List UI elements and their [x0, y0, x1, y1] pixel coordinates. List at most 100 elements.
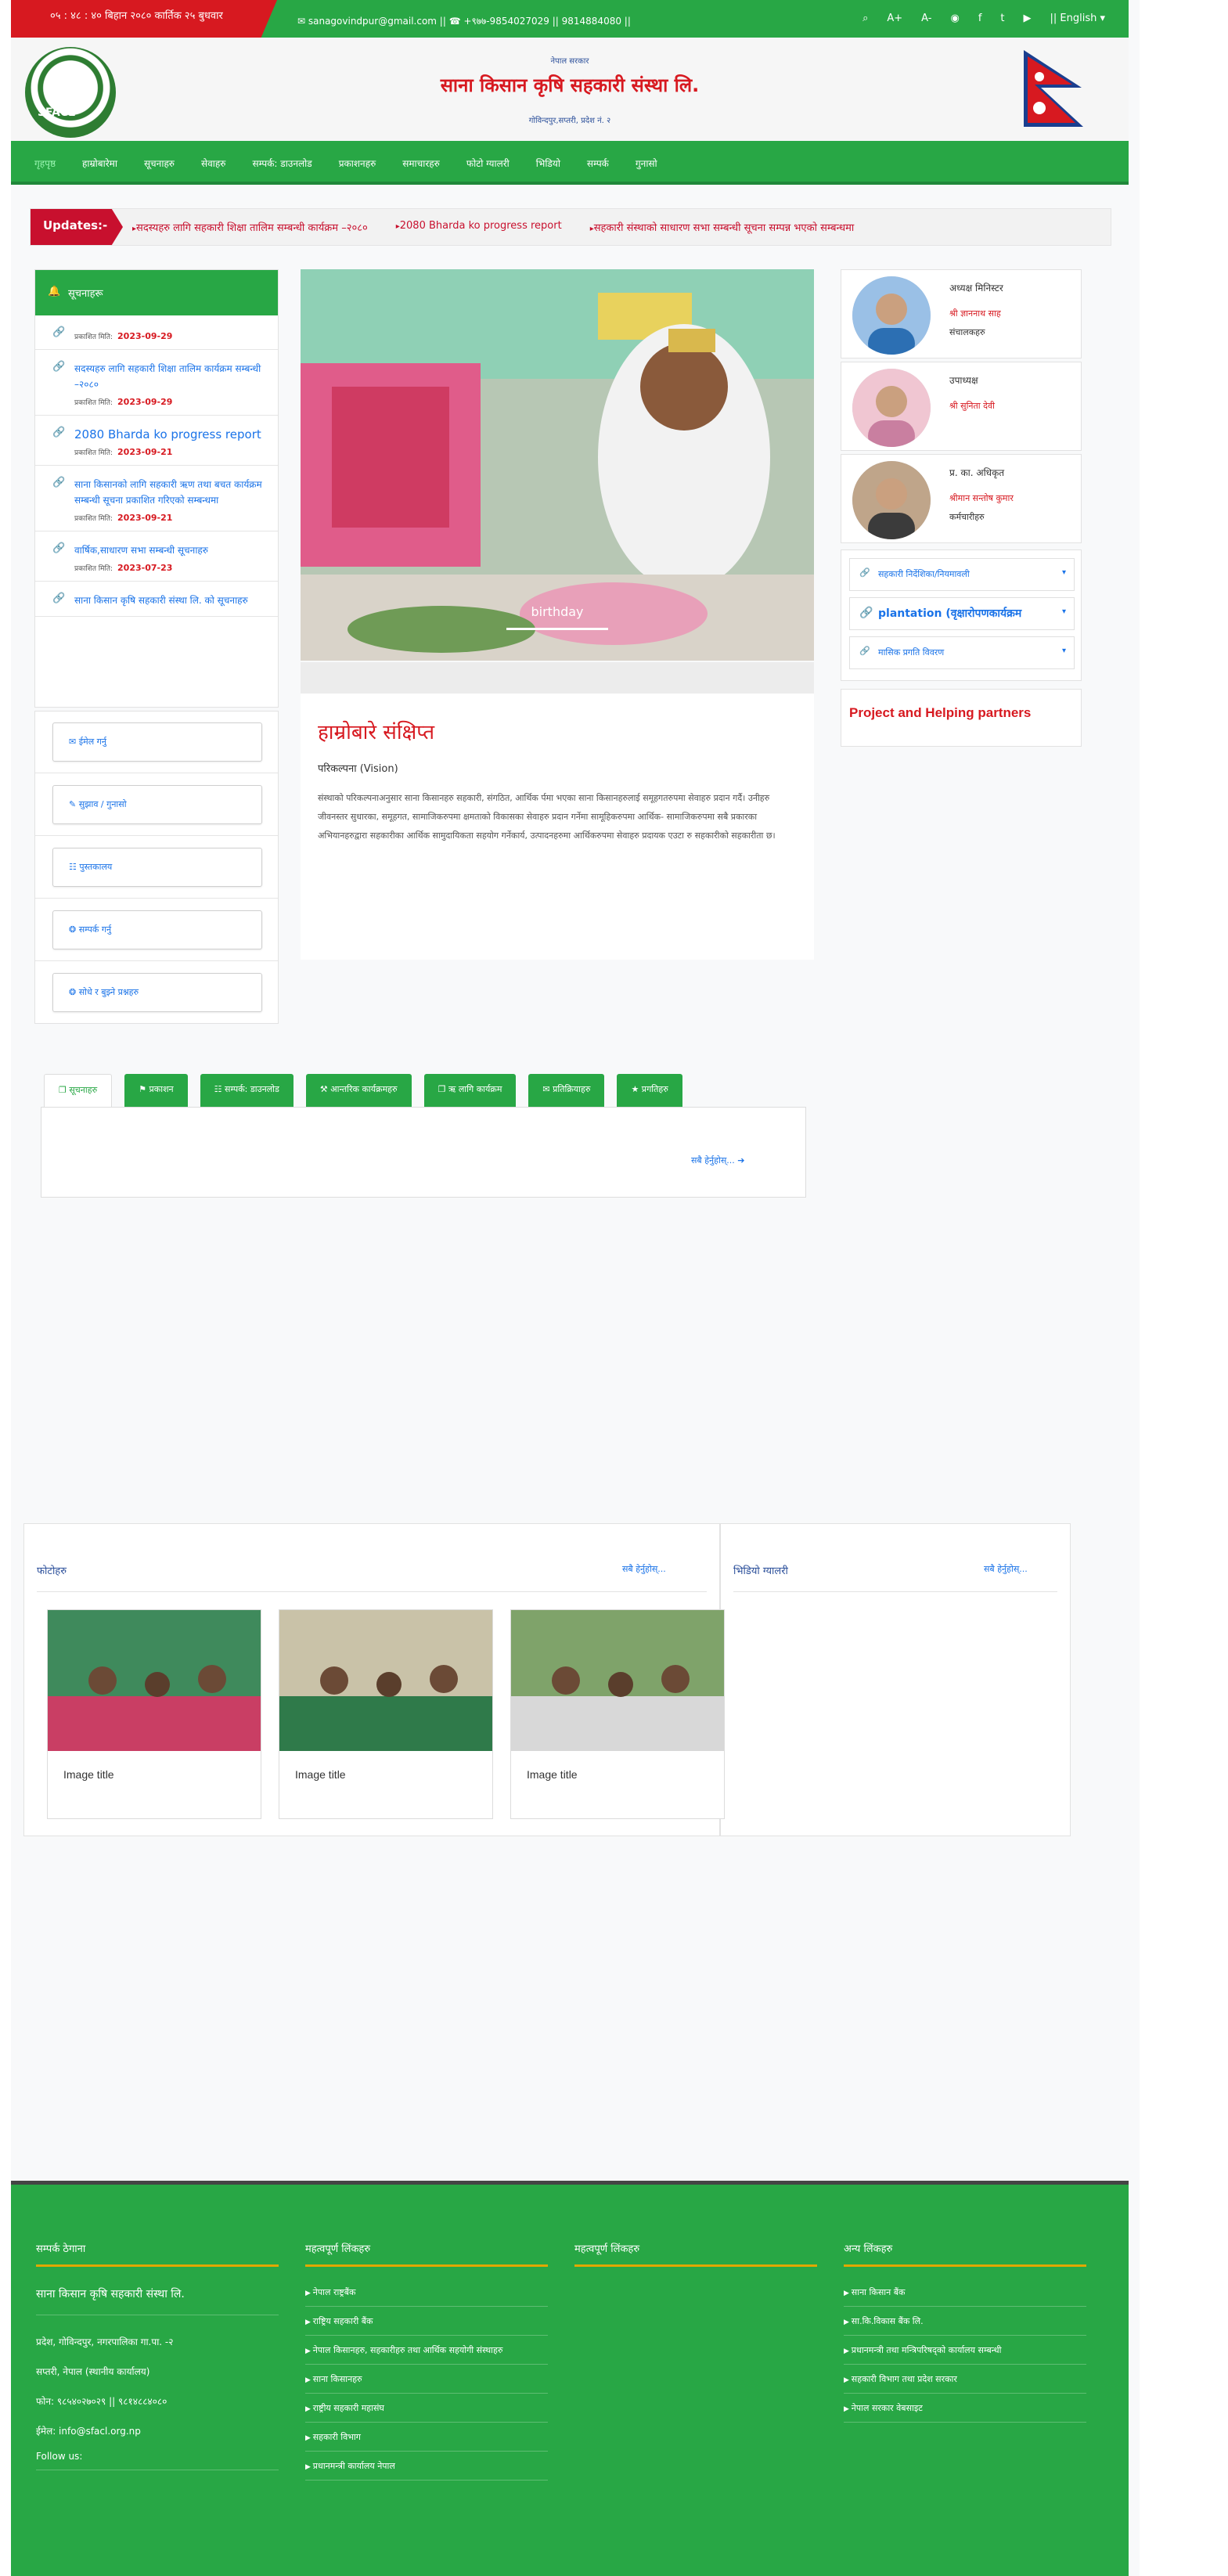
footer-link[interactable]: नेपाल राष्ट्रबैंक: [305, 2286, 548, 2307]
video-view-more-link[interactable]: सबै हेर्नुहोस्...: [984, 1563, 1028, 1575]
tab-item[interactable]: ✉ प्रतिक्रियाहरु: [528, 1074, 605, 1107]
tab-item[interactable]: ⚑ प्रकाशन: [124, 1074, 188, 1107]
slide-strip: [301, 662, 814, 694]
nav-item-home[interactable]: गृहपृष्ठ: [34, 157, 56, 170]
search-icon[interactable]: ⌕: [862, 13, 868, 24]
top-icons: ⌕ A+ A- ◉ f t ▶ || English ▾: [862, 13, 1105, 24]
footer-link[interactable]: सहकारी विभाग: [305, 2431, 548, 2452]
divider: [35, 898, 278, 899]
footer-link[interactable]: प्रधानमन्त्री तथा मन्त्रिपरिषद्को कार्या…: [844, 2344, 1086, 2365]
staff-role: प्र. का. अधिकृत: [949, 467, 1005, 478]
gallery-card-title: Image title: [295, 1768, 346, 1781]
image-slider[interactable]: birthday: [301, 269, 814, 661]
language-select[interactable]: || English ▾: [1050, 13, 1106, 24]
contact-info: ✉ sanagovindpur@gmail.com || ☎ +९७७-9854…: [297, 16, 631, 27]
footer-link[interactable]: साना किसानहरु: [305, 2373, 548, 2394]
quick-link-button[interactable]: ✉ ईमेल गर्नु: [52, 722, 262, 762]
caret-down-icon: ▾: [1061, 568, 1066, 577]
tab-item[interactable]: ☷ सम्पर्क: डाउनलोड: [200, 1074, 293, 1107]
gallery-card[interactable]: Image title: [279, 1609, 493, 1819]
accordion-label: सहकारी निर्देशिका/नियमावली: [878, 569, 970, 579]
twitter-icon[interactable]: t: [1000, 13, 1004, 24]
notice-item[interactable]: 🔗 साना किसान कृषि सहकारी संस्था लि. को सू…: [35, 582, 278, 617]
gallery-card-title: Image title: [527, 1768, 578, 1781]
main-nav: गृहपृष्ठ हाम्रोबारेमा सूचनाहरु सेवाहरु सम्पर…: [11, 141, 1129, 185]
avatar: [852, 461, 931, 539]
nav-item[interactable]: समाचारहरु: [402, 157, 440, 170]
top-bar: ०५ : ४८ : ४० बिहान २०८० कार्तिक २५ बुधवा…: [11, 0, 1129, 38]
footer-email[interactable]: ईमेल: info@sfacl.org.np: [36, 2424, 141, 2437]
tab-item[interactable]: ❐ ऋ लागि कार्यक्रम: [423, 1074, 517, 1107]
nav-item[interactable]: फोटो ग्यालरी: [466, 157, 510, 170]
facebook-icon[interactable]: f: [978, 13, 982, 24]
nav-item[interactable]: गुनासो: [636, 157, 657, 170]
tab-item[interactable]: ⚒ आन्तरिक कार्यक्रमहरु: [305, 1074, 412, 1107]
nav-item[interactable]: सम्पर्क: [587, 157, 609, 170]
accordion-label: plantation (वृक्षारोपणकार्यक्रम: [878, 607, 1022, 620]
accordion-item[interactable]: 🔗 सहकारी निर्देशिका/नियमावली ▾: [849, 558, 1075, 591]
about-text: संस्थाको परिकल्पनाअनुसार साना किसानहरु स…: [318, 793, 776, 841]
video-title: भिडियो ग्यालरी: [733, 1565, 788, 1577]
footer-link[interactable]: नेपाल सरकार वेबसाइट: [844, 2402, 1086, 2423]
notice-title[interactable]: सदस्यहरु लागि सहकारी शिक्षा तालिम कार्यक…: [74, 361, 265, 392]
quick-link-button[interactable]: ✎ सुझाव / गुनासो: [52, 785, 262, 824]
ticker-item[interactable]: सहकारी संस्थाको साधारण सभा सम्बन्धी सूचन…: [590, 220, 855, 234]
staff-name: श्रीमान सन्तोष कुमार: [949, 493, 1014, 503]
partners-title: Project and Helping partners: [849, 705, 1032, 720]
partners-box: Project and Helping partners: [841, 689, 1082, 747]
notice-item[interactable]: 🔗 सदस्यहरु लागि सहकारी शिक्षा तालिम कार्य…: [35, 350, 278, 416]
gallery-view-more-link[interactable]: सबै हेर्नुहोस्...: [622, 1563, 666, 1575]
notice-item[interactable]: 🔗 वार्षिक,साधारण सभा सम्बन्धी सूचनाहरु प्र…: [35, 531, 278, 582]
nav-item[interactable]: हाम्रोबारेमा: [82, 157, 117, 170]
youtube-icon[interactable]: ▶: [1024, 13, 1032, 24]
notice-item[interactable]: 🔗 प्रकाशित मिति: 2023-09-29: [35, 315, 278, 350]
staff-card: उपाध्यक्ष श्री सुनिता देवी: [841, 362, 1082, 451]
footer-link[interactable]: सा.कि.विकास बैंक लि.: [844, 2315, 1086, 2336]
notice-title[interactable]: वार्षिक,साधारण सभा सम्बन्धी सूचनाहरु: [74, 542, 265, 558]
accordion-item[interactable]: 🔗 plantation (वृक्षारोपणकार्यक्रम ▾: [849, 597, 1075, 630]
footer-link[interactable]: साना किसान बैंक: [844, 2286, 1086, 2307]
link-icon: 🔗: [52, 361, 66, 373]
gallery-card-title: Image title: [63, 1768, 114, 1781]
font-decrease-button[interactable]: A-: [921, 13, 931, 24]
tab-item[interactable]: ★ प्रगतिहरु: [617, 1074, 682, 1107]
notice-title[interactable]: साना किसान कृषि सहकारी संस्था लि. को सूच…: [74, 593, 265, 608]
quick-link-button[interactable]: ❂ सम्पर्क गर्नु: [52, 910, 262, 949]
date-label: प्रकाशित मिति:: [74, 399, 113, 407]
quick-link-button[interactable]: ❂ सोधे र बुझ्ने प्रश्नहरु: [52, 973, 262, 1012]
eye-icon[interactable]: ◉: [950, 13, 959, 24]
nav-item[interactable]: सेवाहरु: [201, 157, 225, 170]
divider: [733, 1591, 1057, 1592]
ticker-item[interactable]: सदस्यहरु लागि सहकारी शिक्षा तालिम सम्बन्…: [132, 220, 368, 234]
footer-link[interactable]: राष्ट्रीय सहकारी महासंघ: [305, 2402, 548, 2423]
notice-date: प्रकाशित मिति: 2023-09-29: [74, 397, 265, 407]
footer-link[interactable]: प्रधानमन्त्री कार्यालय नेपाल: [305, 2460, 548, 2481]
link-icon: 🔗: [52, 542, 66, 554]
nav-item[interactable]: भिडियो: [536, 157, 560, 170]
font-increase-button[interactable]: A+: [887, 13, 902, 24]
footer-link[interactable]: राष्ट्रिय सहकारी बैंक: [305, 2315, 548, 2336]
accordion-item[interactable]: 🔗 मासिक प्रगति विवरण ▾: [849, 636, 1075, 669]
video-gallery: भिडियो ग्यालरी सबै हेर्नुहोस्...: [720, 1523, 1071, 1836]
quick-link-button[interactable]: ☷ पुस्तकालय: [52, 848, 262, 887]
divider: [37, 1591, 707, 1592]
staff-role: उपाध्यक्ष: [949, 375, 978, 386]
nav-item[interactable]: सम्पर्क: डाउनलोड: [252, 157, 312, 170]
accordion: 🔗 सहकारी निर्देशिका/नियमावली ▾ 🔗 plantation …: [841, 549, 1082, 681]
footer-link[interactable]: सहकारी विभाग तथा प्रदेश सरकार: [844, 2373, 1086, 2394]
tab-item[interactable]: ❐ सूचनाहरु: [44, 1074, 113, 1107]
notice-title[interactable]: 2080 Bharda ko progress report: [74, 427, 265, 442]
link-icon: 🔗: [52, 326, 66, 338]
notice-title[interactable]: साना किसानको लागि सहकारी ऋण तथा बचत कार्…: [74, 477, 265, 508]
footer-links-title: महत्वपूर्ण लिंकहरु: [305, 2241, 548, 2267]
notice-item[interactable]: 🔗 2080 Bharda ko progress report प्रकाशित …: [35, 416, 278, 466]
nav-item[interactable]: सूचनाहरु: [144, 157, 175, 170]
tab-view-more-link[interactable]: सबै हेर्नुहोस्... ➔: [691, 1155, 745, 1166]
gallery-card[interactable]: Image title: [47, 1609, 261, 1819]
nav-item[interactable]: प्रकाशनहरु: [339, 157, 376, 170]
ticker-item[interactable]: 2080 Bharda ko progress report: [396, 220, 562, 234]
notice-item[interactable]: 🔗 साना किसानको लागि सहकारी ऋण तथा बचत कार…: [35, 466, 278, 531]
slide-indicator[interactable]: [506, 628, 608, 630]
gallery-card[interactable]: Image title: [510, 1609, 725, 1819]
footer-link[interactable]: नेपाल किसानहरु, सहकारीहरु तथा आर्थिक सहय…: [305, 2344, 548, 2365]
